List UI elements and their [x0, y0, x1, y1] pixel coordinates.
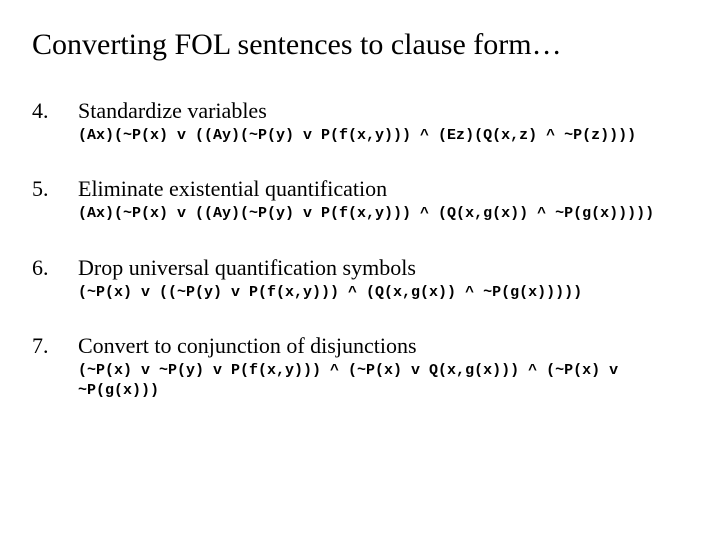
list-item: 6. Drop universal quantification symbols…: [32, 255, 688, 303]
item-content: Eliminate existential quantification (Ax…: [78, 176, 688, 224]
item-number: 6.: [32, 255, 78, 303]
item-content: Standardize variables (Ax)(~P(x) v ((Ay)…: [78, 98, 688, 146]
item-content: Convert to conjunction of disjunctions (…: [78, 333, 688, 402]
page-title: Converting FOL sentences to clause form…: [32, 28, 688, 62]
item-number: 4.: [32, 98, 78, 146]
item-number: 5.: [32, 176, 78, 224]
item-heading: Convert to conjunction of disjunctions: [78, 333, 688, 359]
item-heading: Drop universal quantification symbols: [78, 255, 688, 281]
item-number: 7.: [32, 333, 78, 402]
item-formula: (Ax)(~P(x) v ((Ay)(~P(y) v P(f(x,y))) ^ …: [78, 204, 688, 224]
list-item: 5. Eliminate existential quantification …: [32, 176, 688, 224]
item-heading: Eliminate existential quantification: [78, 176, 688, 202]
slide: Converting FOL sentences to clause form……: [0, 0, 720, 451]
item-formula: (~P(x) v ((~P(y) v P(f(x,y))) ^ (Q(x,g(x…: [78, 283, 688, 303]
item-heading: Standardize variables: [78, 98, 688, 124]
item-content: Drop universal quantification symbols (~…: [78, 255, 688, 303]
item-formula: (Ax)(~P(x) v ((Ay)(~P(y) v P(f(x,y))) ^ …: [78, 126, 688, 146]
item-formula: (~P(x) v ~P(y) v P(f(x,y))) ^ (~P(x) v Q…: [78, 361, 688, 402]
list-item: 7. Convert to conjunction of disjunction…: [32, 333, 688, 402]
list-item: 4. Standardize variables (Ax)(~P(x) v ((…: [32, 98, 688, 146]
